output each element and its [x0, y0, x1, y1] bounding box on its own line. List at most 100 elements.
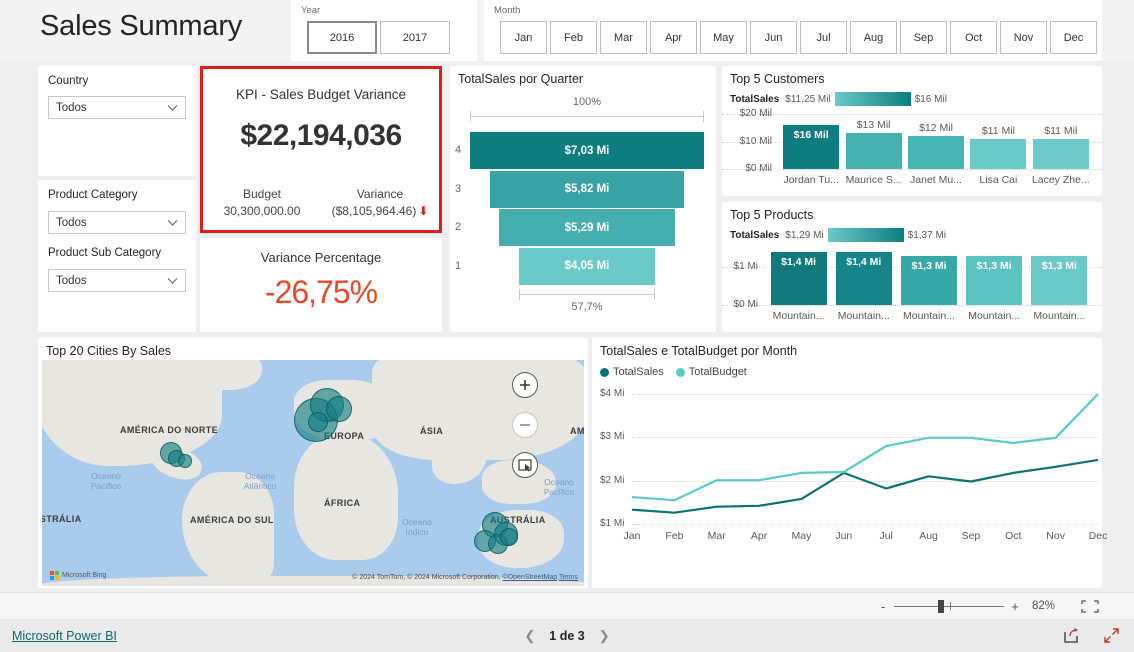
share-icon[interactable] [1062, 627, 1080, 645]
page-navigator[interactable]: ❮ 1 de 3 ❯ [524, 628, 609, 644]
funnel-bar[interactable]: $5,82 Mi [490, 170, 684, 208]
select-tool-icon[interactable] [512, 452, 538, 478]
fit-to-page-icon[interactable] [1080, 598, 1100, 614]
top-customers-panel[interactable]: Top 5 Customers TotalSales $11,25 Mil $1… [722, 66, 1102, 196]
bar[interactable] [970, 138, 1027, 169]
x-axis-label: Jul [879, 530, 893, 542]
power-bi-link[interactable]: Microsoft Power BI [12, 629, 117, 643]
month-chiclet-label: Jan [514, 31, 533, 44]
bar-value-label: $1,3 Mi [976, 259, 1012, 272]
top-products-title: Top 5 Products [730, 208, 814, 222]
status-bar: - + 82% [0, 592, 1134, 619]
kpi-card[interactable]: KPI - Sales Budget Variance $22,194,036 … [200, 66, 442, 233]
product-category-dropdown[interactable]: Todos [48, 211, 186, 234]
bar[interactable] [908, 136, 964, 169]
legend-item-totalsales[interactable]: TotalSales [600, 366, 664, 378]
x-axis-label: Lisa Cai [979, 174, 1018, 186]
month-chiclet-mar[interactable]: Mar [600, 21, 647, 54]
month-chiclet-nov[interactable]: Nov [1000, 21, 1047, 54]
zoom-in-button[interactable]: + [1008, 599, 1022, 614]
fullscreen-icon[interactable] [1102, 627, 1120, 645]
year-chiclet-label: 2017 [402, 31, 428, 44]
page-indicator: 1 de 3 [549, 628, 585, 643]
legend-measure: TotalSales [730, 229, 780, 241]
line-chart-legend[interactable]: TotalSales TotalBudget [600, 366, 759, 378]
bar[interactable] [845, 133, 902, 169]
funnel-bar[interactable]: $4,05 Mi [519, 247, 655, 285]
month-slicer[interactable]: Month Jan Feb Mar Apr May Jun Jul Aug Sep Oct Nov D… [484, 0, 1102, 61]
country-dropdown-value: Todos [56, 101, 87, 114]
funnel-bar[interactable]: $5,29 Mi [499, 209, 675, 246]
top-products-panel[interactable]: Top 5 Products TotalSales $1,29 Mi $1,37… [722, 202, 1102, 332]
legend-measure: TotalSales [730, 93, 780, 105]
zoom-out-button[interactable]: - [876, 599, 890, 614]
gridline [722, 305, 1102, 306]
map-bubble[interactable] [178, 454, 192, 468]
top-customers-plot[interactable]: $20 Mil $10 Mil $0 Mil $16 Mil Jordan Tu... $… [722, 108, 1102, 196]
legend-color-dot [675, 367, 685, 377]
month-chiclet-aug[interactable]: Aug [850, 21, 897, 54]
variance-percentage-card[interactable]: Variance Percentage -26,75% [200, 238, 442, 332]
funnel-chart-panel[interactable]: TotalSales por Quarter 100% 4 $7,03 Mi 3 $5,… [450, 66, 716, 332]
month-chiclet-jan[interactable]: Jan [500, 21, 547, 54]
map-panel[interactable]: Top 20 Cities By Sales Oceano Pacífico Oc… [38, 338, 588, 588]
legend-gradient-bar [827, 228, 904, 242]
zoom-control[interactable]: - + 82% [876, 598, 1118, 614]
x-axis-label: Nov [1046, 530, 1065, 542]
top-customers-legend: TotalSales $11,25 Mil $16 Mil [730, 92, 947, 106]
month-chiclet-sep[interactable]: Sep [900, 21, 947, 54]
funnel-top-measure-line [470, 116, 704, 117]
zoom-out-icon[interactable] [512, 412, 538, 438]
month-chiclet-dec[interactable]: Dec [1050, 21, 1097, 54]
top-products-plot[interactable]: $1 Mi $0 Mi $1,4 Mi Mountain... $1,4 Mi Mount… [722, 246, 1102, 332]
line-chart-title: TotalSales e TotalBudget por Month [600, 344, 798, 358]
month-chiclet-feb[interactable]: Feb [550, 21, 597, 54]
product-sub-category-dropdown[interactable]: Todos [48, 269, 186, 292]
line-chart-panel[interactable]: TotalSales e TotalBudget por Month Total… [592, 338, 1107, 588]
year-chiclet-label: 2016 [329, 31, 355, 44]
x-axis-label: Jun [835, 530, 853, 542]
chevron-left-icon[interactable]: ❮ [524, 628, 535, 644]
month-chiclet-jun[interactable]: Jun [750, 21, 797, 54]
year-slicer[interactable]: Year 2016 2017 [291, 0, 477, 61]
bar-value-label: $1,3 Mi [911, 259, 947, 272]
map-bubble[interactable] [326, 396, 352, 422]
zoom-in-icon[interactable] [512, 372, 538, 398]
month-chiclet-oct[interactable]: Oct [950, 21, 997, 54]
ocean-label-pacific-east: Oceano Pacífico [543, 477, 575, 497]
year-chiclet-2017[interactable]: 2017 [380, 21, 450, 54]
zoom-slider[interactable] [894, 599, 1004, 613]
line-series-totalbudget[interactable] [631, 393, 1099, 502]
chevron-right-icon[interactable]: ❯ [599, 628, 610, 644]
x-axis-label: Mountain... [1033, 310, 1086, 322]
report-footer: Microsoft Power BI ❮ 1 de 3 ❯ [0, 619, 1134, 652]
map-attribution-terms-link[interactable]: Terms [559, 574, 578, 581]
map-attribution-osm-link[interactable]: ©OpenStreetMap [503, 574, 558, 581]
line-chart-plot[interactable]: $4 Mi $3 Mi $2 Mi $1 Mi Jan Feb Mar Apr May Jun Ju… [592, 384, 1107, 588]
map-bubble[interactable] [500, 528, 518, 546]
filter-card-product-sub-category: Product Sub Category Todos [38, 238, 196, 332]
legend-item-totalbudget[interactable]: TotalBudget [675, 366, 747, 378]
funnel-measure-tick [470, 111, 471, 122]
year-chiclet-2016[interactable]: 2016 [307, 21, 377, 54]
zoom-slider-thumb[interactable] [938, 599, 944, 613]
bar-value-label: $1,4 Mi [781, 255, 817, 268]
map-bubble[interactable] [308, 412, 328, 432]
bing-logo-label: Microsoft Bing [62, 572, 107, 579]
month-chiclet-jul[interactable]: Jul [800, 21, 847, 54]
month-chiclet-may[interactable]: May [700, 21, 747, 54]
month-chiclet-label: Aug [863, 31, 884, 44]
month-chiclet-apr[interactable]: Apr [650, 21, 697, 54]
funnel-plot[interactable]: 100% 4 $7,03 Mi 3 $5,82 Mi 2 $5,29 Mi 1 $4,05 Mi… [450, 90, 716, 332]
map-surface[interactable]: Oceano Pacífico Oceano Atlântico Oceano Pac… [42, 360, 584, 586]
funnel-bar[interactable]: $7,03 Mi [470, 132, 704, 169]
bar-value-label: $1,4 Mi [846, 255, 882, 268]
kpi-variance: Variance ($8,105,964.46) ⬇ [321, 187, 439, 218]
funnel-chart-title: TotalSales por Quarter [458, 72, 584, 86]
bar[interactable] [1032, 138, 1089, 169]
map-attribution-text: © 2024 TomTom, © 2024 Microsoft Corporat… [352, 574, 501, 581]
country-dropdown[interactable]: Todos [48, 96, 186, 119]
y-axis-label: $20 Mil [739, 108, 772, 119]
report-canvas: Sales Summary Year 2016 2017 Month Jan Fe… [0, 0, 1134, 592]
legend-gradient-bar [834, 92, 911, 106]
